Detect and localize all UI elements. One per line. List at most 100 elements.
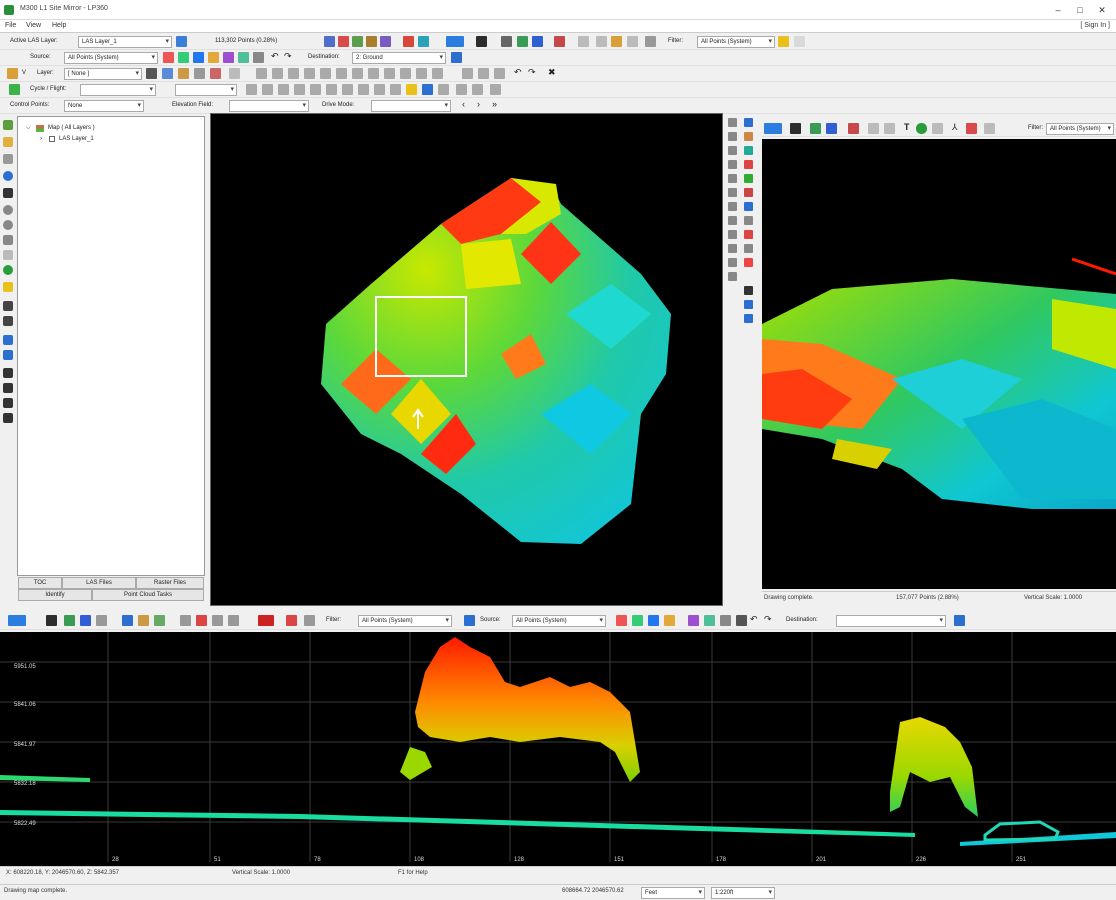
mid-tool-26-icon[interactable] — [744, 314, 753, 323]
undo-edit-icon[interactable]: ↶ — [514, 67, 522, 78]
clip-icon[interactable] — [294, 84, 305, 95]
tree-child-expand-icon[interactable]: › — [40, 136, 42, 142]
mid-tool-23-icon[interactable] — [728, 272, 737, 281]
undo-icon[interactable]: ↶ — [271, 51, 279, 62]
tree-root-label[interactable]: Map ( All Layers ) — [48, 125, 95, 131]
profile-class-icon[interactable] — [632, 615, 643, 626]
map-icon[interactable] — [3, 120, 13, 130]
tab-las-files[interactable]: LAS Files — [62, 577, 136, 589]
profile-destination-select[interactable] — [836, 615, 946, 627]
mid-tool-20-icon[interactable] — [744, 244, 753, 253]
class-grid-icon[interactable] — [178, 52, 189, 63]
profile-source-icon[interactable] — [464, 615, 475, 626]
save-icon[interactable] — [146, 68, 157, 79]
mid-tool-24-icon[interactable] — [744, 286, 753, 295]
view3d-filter-select[interactable]: All Points (System) — [1046, 123, 1114, 135]
profile-display-icon[interactable] — [8, 615, 26, 626]
panel-icon[interactable] — [501, 36, 512, 47]
table-icon[interactable] — [578, 36, 589, 47]
mid-tool-6-icon[interactable] — [744, 146, 753, 155]
export-icon[interactable] — [310, 84, 321, 95]
profile-icon[interactable] — [342, 84, 353, 95]
cloud-icon[interactable] — [438, 84, 449, 95]
mid-tool-10-icon[interactable] — [744, 174, 753, 183]
elevation-icon[interactable] — [238, 52, 249, 63]
funnel-icon[interactable] — [778, 36, 789, 47]
contour-icon[interactable] — [358, 84, 369, 95]
pan-right-icon[interactable] — [3, 383, 13, 393]
black-box-icon[interactable] — [476, 36, 487, 47]
profile-grid-icon[interactable] — [80, 615, 91, 626]
profile-view[interactable]: 5951.05 5841.06 5841.97 5832.18 5822.49 … — [0, 632, 1116, 866]
edit-vertex-icon[interactable] — [162, 68, 173, 79]
delete-feature-icon[interactable] — [368, 68, 379, 79]
triangle-icon[interactable] — [338, 36, 349, 47]
axis-icon[interactable]: ⅄ — [952, 122, 958, 133]
attributes-icon[interactable] — [384, 68, 395, 79]
destination-select[interactable]: 2: Ground — [352, 52, 446, 64]
mid-tool-15-icon[interactable] — [728, 216, 737, 225]
last-icon[interactable]: » — [492, 99, 497, 109]
mid-tool-17-icon[interactable] — [728, 230, 737, 239]
control-points-select[interactable]: None — [64, 100, 144, 112]
measure-icon[interactable] — [366, 36, 377, 47]
profile-table-icon[interactable] — [96, 615, 107, 626]
merge-icon[interactable] — [288, 68, 299, 79]
filter-select[interactable]: All Points (System) — [697, 36, 775, 48]
zoom-icon[interactable] — [418, 36, 429, 47]
marker-icon[interactable] — [554, 36, 565, 47]
mid-tool-25-icon[interactable] — [744, 300, 753, 309]
color-grid-icon[interactable] — [193, 52, 204, 63]
redo-edit-icon[interactable]: ↷ — [528, 67, 536, 78]
measure-tool-icon[interactable] — [490, 84, 501, 95]
cycle-select[interactable] — [80, 84, 156, 96]
layer-checkbox[interactable] — [49, 136, 55, 142]
snap-icon[interactable] — [256, 68, 267, 79]
settings-icon[interactable] — [645, 36, 656, 47]
play-icon[interactable] — [246, 84, 257, 95]
pan-left-icon[interactable] — [3, 368, 13, 378]
pan-hand-icon[interactable] — [3, 250, 13, 260]
profile-measure-icon[interactable] — [138, 615, 149, 626]
mid-tool-22-icon[interactable] — [744, 258, 753, 267]
grid-icon[interactable] — [324, 36, 335, 47]
globe-icon[interactable] — [3, 265, 13, 275]
grid-edit-icon[interactable] — [478, 68, 489, 79]
edit-icon[interactable] — [403, 36, 414, 47]
fit-icon[interactable] — [3, 316, 13, 326]
tools-icon[interactable] — [380, 36, 391, 47]
step-icon[interactable] — [262, 84, 273, 95]
sign-in-link[interactable]: [ Sign In ] — [1080, 22, 1110, 29]
tree-expand-icon[interactable]: ⌵ — [26, 125, 31, 132]
shapes-icon[interactable] — [532, 36, 543, 47]
profile-redo-icon[interactable]: ↷ — [764, 614, 772, 625]
maximize-button[interactable]: □ — [1070, 3, 1090, 17]
mid-tool-11-icon[interactable] — [728, 188, 737, 197]
menu-view[interactable]: View — [26, 22, 41, 29]
print-icon[interactable] — [456, 84, 467, 95]
draw-point-icon[interactable] — [178, 68, 189, 79]
source-select[interactable]: All Points (System) — [64, 52, 158, 64]
view3d-shapes-icon[interactable] — [826, 123, 837, 134]
offset-icon[interactable] — [416, 68, 427, 79]
back-arrow-icon[interactable] — [3, 335, 13, 345]
tab-identify[interactable]: Identify — [18, 589, 92, 601]
view3d-grid-icon[interactable] — [884, 123, 895, 134]
tab-point-cloud-tasks[interactable]: Point Cloud Tasks — [92, 589, 204, 601]
v-dropdown-icon[interactable]: V — [22, 70, 26, 76]
profile-flip-icon[interactable] — [196, 615, 207, 626]
profile-id-icon[interactable] — [720, 615, 731, 626]
view3d-chart-icon[interactable] — [810, 123, 821, 134]
profile-export-icon[interactable] — [228, 615, 239, 626]
profile-undo-icon[interactable]: ↶ — [750, 614, 758, 625]
classify-icon[interactable] — [451, 52, 462, 63]
mid-tool-12-icon[interactable] — [744, 188, 753, 197]
mid-tool-14-icon[interactable] — [744, 202, 753, 211]
split-icon[interactable] — [272, 68, 283, 79]
menu-file[interactable]: File — [5, 22, 16, 29]
grid-small-icon[interactable] — [3, 154, 13, 164]
profile-chart-icon[interactable] — [64, 615, 75, 626]
view3d-frame-icon[interactable] — [868, 123, 879, 134]
profile-grid2-icon[interactable] — [736, 615, 747, 626]
move-icon[interactable] — [320, 68, 331, 79]
